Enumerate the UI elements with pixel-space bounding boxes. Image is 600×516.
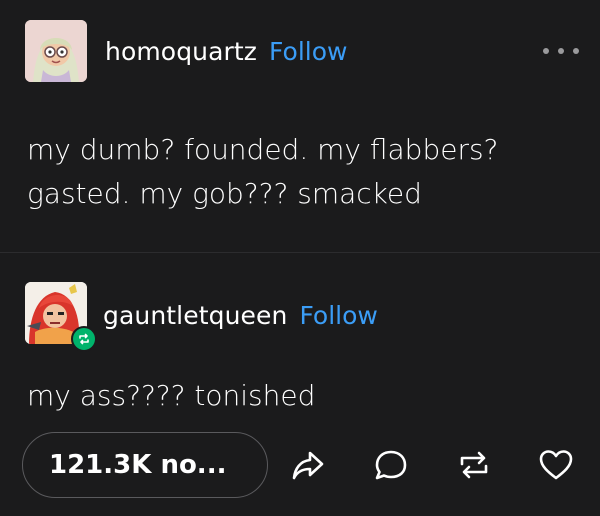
follow-button[interactable]: Follow (269, 37, 347, 66)
ellipsis-dot (573, 48, 579, 54)
post-text-line: gasted. my gob??? smacked (27, 177, 422, 210)
post-text-line: my dumb? founded. my flabbers? (27, 133, 499, 166)
heart-icon[interactable] (536, 445, 576, 485)
reblog-badge-icon (71, 326, 97, 352)
divider (0, 252, 600, 253)
speech-bubble-icon[interactable] (371, 445, 411, 485)
post-body: my dumb? founded. my flabbers? gasted. m… (27, 128, 498, 216)
reblog-avatar-wrapper (25, 282, 97, 352)
reblog-header: gauntletqueen Follow (25, 282, 378, 352)
ellipsis-dot (543, 48, 549, 54)
reblog-text-line: my ass???? tonished (27, 379, 316, 412)
notes-count-button[interactable]: 121.3K no... (22, 432, 268, 498)
tumblr-post: homoquartz Follow my dumb? founded. my f… (0, 0, 600, 516)
post-author-username[interactable]: homoquartz (105, 37, 257, 66)
cartoon-girl-glasses-avatar-icon[interactable] (25, 20, 87, 82)
notes-count-label: 121.3K no... (49, 450, 227, 480)
share-arrow-icon[interactable] (288, 445, 328, 485)
reblog-author-username[interactable]: gauntletqueen (103, 301, 287, 330)
follow-button[interactable]: Follow (299, 301, 377, 330)
ellipsis-dot (558, 48, 564, 54)
reblog-body: my ass???? tonished (27, 374, 315, 418)
post-header: homoquartz Follow (25, 20, 347, 82)
ellipsis-icon[interactable] (543, 41, 579, 61)
reblog-icon[interactable] (454, 445, 494, 485)
